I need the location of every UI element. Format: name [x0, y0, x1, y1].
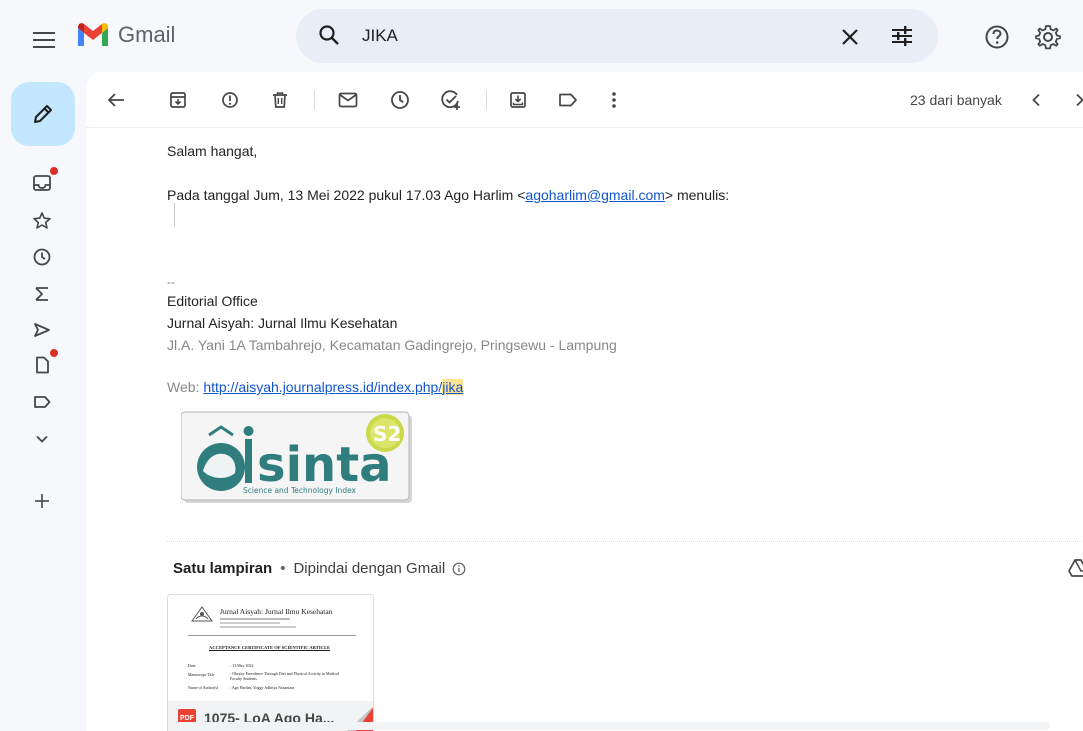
quote-bar: [174, 203, 175, 227]
main-menu-icon[interactable]: [24, 24, 64, 56]
scanned-label: Dipindai dengan Gmail: [293, 560, 446, 577]
compose-button[interactable]: [11, 82, 75, 146]
search-icon[interactable]: [318, 24, 340, 51]
preview-author-value: : Ago Harlim, Yoggy Adhitya Nusantara: [230, 685, 295, 690]
snoozed-icon[interactable]: [30, 245, 54, 269]
preview-date-value: : 13 May 2022: [230, 663, 254, 668]
save-to-drive-icon[interactable]: [1068, 558, 1083, 583]
back-arrow-icon[interactable]: [104, 88, 128, 112]
website-link[interactable]: http://aisyah.journalpress.id/index.php/…: [203, 379, 464, 395]
attachment-header: Satu lampiran • Dipindai dengan Gmail: [173, 560, 466, 577]
sent-icon[interactable]: [30, 318, 54, 342]
drafts-icon[interactable]: [30, 349, 58, 377]
preview-title-label: Manuscript Title: [188, 672, 215, 677]
quote-header: Pada tanggal Jum, 13 Mei 2022 pukul 17.0…: [167, 185, 729, 205]
inbox-icon[interactable]: [30, 167, 58, 195]
more-chevron-down-icon[interactable]: [30, 427, 54, 451]
more-options-icon[interactable]: [602, 88, 626, 112]
starred-icon[interactable]: [30, 209, 54, 233]
toolbar-divider: [314, 90, 315, 110]
newer-chevron-left-icon[interactable]: [1024, 88, 1048, 112]
help-icon[interactable]: [984, 24, 1010, 55]
quote-prefix: Pada tanggal Jum, 13 Mei 2022 pukul 17.0…: [167, 187, 526, 203]
preview-title-value: : Obesity Prevalence Through Diet and Ph…: [230, 671, 340, 681]
sender-email-link[interactable]: agoharlim@gmail.com: [525, 187, 664, 203]
unread-dot: [50, 349, 58, 357]
gmail-logo[interactable]: Gmail: [76, 22, 175, 48]
top-bar: Gmail JIKA: [0, 0, 1083, 76]
horizontal-scrollbar[interactable]: [170, 722, 1050, 730]
message-toolbar: 23 dari banyak: [86, 72, 1083, 128]
report-spam-icon[interactable]: [218, 88, 242, 112]
add-to-tasks-icon[interactable]: [439, 88, 463, 112]
snooze-clock-icon[interactable]: [388, 88, 412, 112]
important-icon[interactable]: [30, 282, 54, 306]
gmail-m-icon: [78, 23, 108, 46]
signature-dash: --: [167, 275, 175, 289]
label-icon[interactable]: [30, 390, 54, 414]
search-input[interactable]: JIKA: [362, 26, 398, 46]
greeting: Salam hangat,: [167, 143, 258, 159]
pagination-count: 23 dari banyak: [910, 92, 1002, 108]
preview-journal-title: Jurnal Aisyah: Jurnal Ilmu Kesehatan: [220, 607, 333, 616]
create-label-plus-icon[interactable]: [30, 489, 54, 513]
signature-office: Editorial Office: [167, 293, 258, 309]
quote-suffix: > menulis:: [664, 187, 730, 203]
signature-journal: Jurnal Aisyah: Jurnal Ilmu Kesehatan: [167, 315, 398, 331]
labels-icon[interactable]: [556, 88, 580, 112]
separator-dot: •: [280, 560, 286, 577]
settings-gear-icon[interactable]: [1034, 23, 1062, 56]
sinta-logo-image: sinta Science and Technology Index S2: [180, 409, 415, 506]
mark-unread-mail-icon[interactable]: [336, 88, 360, 112]
search-options-icon[interactable]: [890, 25, 914, 52]
unread-dot: [50, 167, 58, 175]
website-url: http://aisyah.journalpress.id/index.php/: [203, 379, 443, 395]
clear-search-icon[interactable]: [840, 27, 860, 52]
attachment-divider: [167, 541, 1083, 542]
pencil-icon: [34, 105, 52, 123]
journal-emblem-icon: [191, 606, 213, 622]
web-label: Web:: [167, 379, 204, 395]
attachment-card[interactable]: Jurnal Aisyah: Jurnal Ilmu Kesehatan ACC…: [167, 594, 374, 731]
toolbar-divider: [486, 90, 487, 110]
app-name: Gmail: [118, 22, 176, 47]
signature-address: Jl.A. Yani 1A Tambahrejo, Kecamatan Gadi…: [167, 337, 617, 353]
search-highlight: jika: [442, 379, 464, 395]
attachment-title: Satu lampiran: [173, 560, 273, 577]
older-chevron-right-icon[interactable]: [1068, 88, 1083, 112]
sinta-tagline: Science and Technology Index: [243, 486, 357, 495]
message-panel: 23 dari banyak Salam hangat, Pada tangga…: [86, 72, 1083, 731]
archive-icon[interactable]: [166, 88, 190, 112]
attachment-preview: Jurnal Aisyah: Jurnal Ilmu Kesehatan ACC…: [168, 595, 373, 705]
delete-trash-icon[interactable]: [268, 88, 292, 112]
sinta-badge: S2: [373, 422, 401, 446]
preview-date-label: Date: [188, 663, 196, 668]
move-to-icon[interactable]: [506, 88, 530, 112]
preview-heading: ACCEPTANCE CERTIFICATE OF SCIENTIFIC ART…: [209, 645, 331, 650]
info-icon[interactable]: [452, 562, 466, 576]
signature-web: Web: http://aisyah.journalpress.id/index…: [167, 377, 464, 397]
preview-author-label: Name of Author(s): [188, 685, 219, 690]
